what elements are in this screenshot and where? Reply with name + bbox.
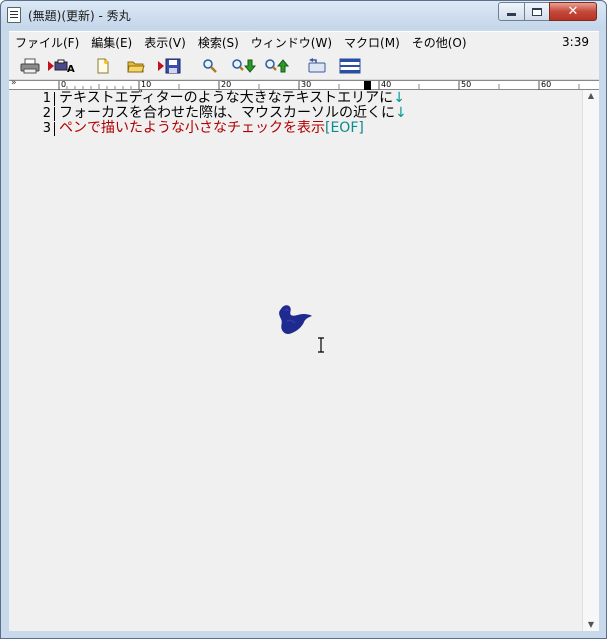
vertical-scrollbar[interactable]: ▲ ▼ (582, 90, 599, 631)
new-file-icon (97, 58, 109, 74)
close-button[interactable]: ✕ (549, 2, 597, 21)
menu-edit[interactable]: 編集(E) (85, 34, 138, 51)
line-text: テキストエディターのような大きなテキストエリアに↓ (59, 91, 405, 106)
newline-mark: ↓ (395, 105, 407, 121)
search-next-icon (232, 59, 257, 73)
line-content: ペンで描いたような小さなチェックを表示 (59, 120, 325, 136)
title-bar[interactable]: (無題)(更新) - 秀丸 ✕ (1, 1, 606, 29)
ruler-tick-60: 60 (541, 80, 552, 89)
menu-other[interactable]: その他(O) (406, 34, 473, 51)
line-text: ペンで描いたような小さなチェックを表示[EOF] (59, 121, 364, 136)
ruler-tick-40: 40 (381, 80, 392, 89)
ruler[interactable]: » 0 10 20 30 40 50 60 (9, 78, 599, 90)
menu-search[interactable]: 検索(S) (192, 34, 245, 51)
minimize-icon (507, 13, 516, 16)
replace-button[interactable] (305, 56, 329, 76)
close-icon: ✕ (567, 4, 579, 19)
window-bottom-border (1, 631, 606, 638)
clock: 3:39 (562, 35, 589, 49)
ruler-tick-0: 0 (61, 80, 67, 89)
minimize-button[interactable] (498, 2, 525, 21)
line-number-separator (54, 92, 55, 106)
text-editor-area[interactable]: 1 テキストエディターのような大きなテキストエリアに↓ 2 フォーカスを合わせた… (9, 90, 582, 631)
save-icon (158, 58, 181, 74)
document-icon[interactable] (7, 7, 21, 23)
save-button[interactable] (157, 56, 183, 76)
ruler-cursor-marker (364, 81, 371, 90)
pen-checkmark-icon (279, 305, 312, 334)
print-setup-button[interactable]: A (47, 56, 75, 76)
split-window-icon (339, 58, 361, 74)
line-number: 3 (42, 121, 51, 136)
replace-icon (308, 58, 326, 73)
scroll-down-arrow-icon[interactable]: ▼ (586, 621, 596, 629)
new-file-button[interactable] (93, 56, 113, 76)
menu-window[interactable]: ウィンドウ(W) (245, 34, 338, 51)
line-number-separator (54, 122, 55, 136)
menu-macro[interactable]: マクロ(M) (338, 34, 406, 51)
search-prev-button[interactable] (263, 56, 291, 76)
split-window-button[interactable] (338, 56, 362, 76)
print-button[interactable] (19, 56, 41, 76)
ruler-tick-20: 20 (221, 80, 232, 89)
menu-bar: ファイル(F) 編集(E) 表示(V) 検索(S) ウィンドウ(W) マクロ(M… (9, 31, 599, 52)
window-title: (無題)(更新) - 秀丸 (28, 9, 131, 23)
newline-mark: ↓ (393, 90, 405, 106)
search-icon (203, 59, 217, 73)
eof-mark: [EOF] (325, 120, 364, 136)
ruler-tick-10: 10 (141, 80, 152, 89)
line-content: テキストエディターのような大きなテキストエリアに (59, 90, 394, 106)
scroll-up-arrow-icon[interactable]: ▲ (586, 92, 596, 100)
open-folder-icon (127, 61, 145, 73)
line-content: フォーカスを合わせた際は、マウスカーソルの近くに (59, 105, 395, 121)
line-number: 1 (42, 91, 51, 106)
search-prev-icon (265, 59, 290, 73)
open-folder-button[interactable] (125, 56, 147, 76)
svg-text:A: A (67, 64, 75, 74)
line-text: フォーカスを合わせた際は、マウスカーソルの近くに↓ (59, 106, 407, 121)
i-beam-cursor-icon (318, 337, 324, 353)
maximize-button[interactable] (524, 2, 550, 21)
toolbar: A (9, 52, 599, 80)
app-window: (無題)(更新) - 秀丸 ✕ ファイル(F) 編集(E) 表示(V) 検索(S… (0, 0, 607, 639)
menu-view[interactable]: 表示(V) (138, 34, 192, 51)
maximize-icon (532, 7, 542, 16)
ruler-tick-30: 30 (301, 80, 312, 89)
menu-file[interactable]: ファイル(F) (9, 34, 85, 51)
line-number: 2 (42, 106, 51, 121)
print-icon (20, 58, 40, 74)
print-setup-icon: A (48, 59, 75, 74)
ruler-tick-50: 50 (461, 80, 472, 89)
line-number-separator (54, 107, 55, 121)
search-next-button[interactable] (230, 56, 258, 76)
search-button[interactable] (200, 56, 220, 76)
